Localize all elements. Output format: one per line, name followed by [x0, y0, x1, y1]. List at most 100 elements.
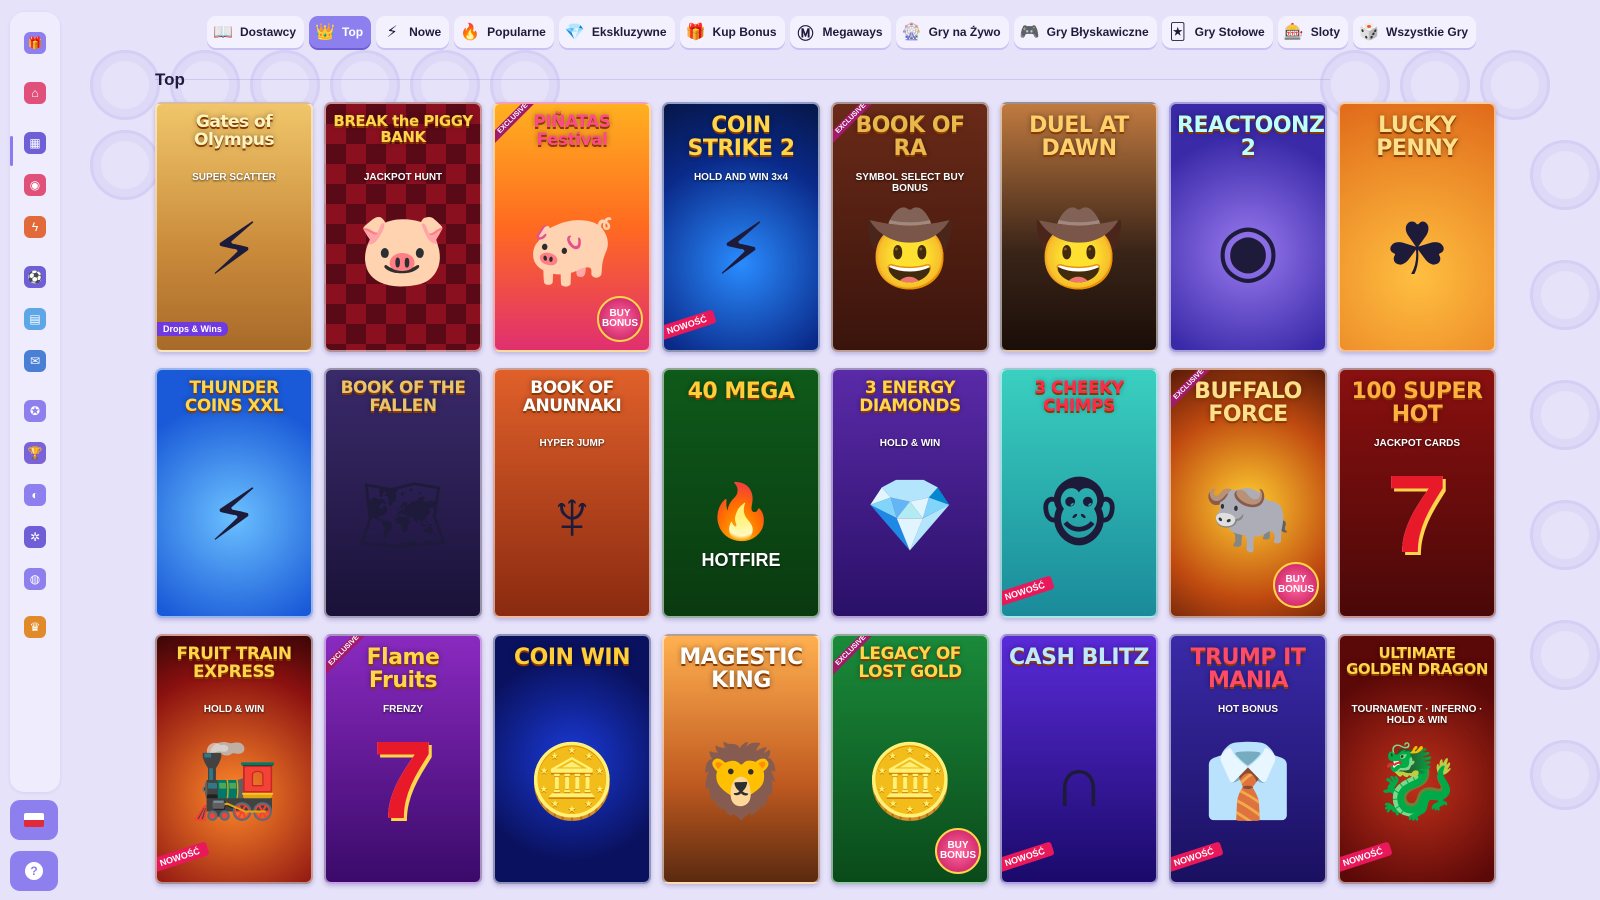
buy-bonus-badge: BUY BONUS: [597, 296, 643, 342]
game-card[interactable]: Gates of Olympus SUPER SCATTER ⚡ Drops & Wi…: [155, 102, 313, 352]
tab-popularne[interactable]: 🔥 Popularne: [454, 16, 554, 48]
game-card[interactable]: LUCKY PENNY ☘: [1338, 102, 1496, 352]
swirl-decoration: [1530, 260, 1600, 330]
tab-ekskluzywne[interactable]: 💎 Ekskluzywne: [558, 16, 675, 48]
roulette-icon: 🎡: [901, 24, 922, 41]
game-card[interactable]: BOOK OF RA SYMBOL SELECT BUY BONUS 🤠 EXCLUS…: [831, 102, 989, 352]
game-subtitle: HOTFIRE: [701, 550, 781, 570]
buy-bonus-badge: BUY BONUS: [1273, 562, 1319, 608]
gift-icon[interactable]: 🎁: [24, 32, 46, 54]
tab-gry-stołowe[interactable]: 🃏 Gry Stołowe: [1161, 16, 1273, 48]
m-icon: Ⓜ: [797, 26, 814, 43]
tab-nowe[interactable]: ⚡ Nowe: [376, 16, 450, 48]
game-artwork-icon: 🐷: [358, 210, 448, 290]
rewards-icon[interactable]: ✪: [24, 400, 46, 422]
game-card[interactable]: REACTOONZ 2 ◉: [1169, 102, 1327, 352]
language-button[interactable]: [10, 800, 58, 840]
trophy-icon[interactable]: 🏆: [24, 442, 46, 464]
section-title: Top: [155, 70, 185, 89]
game-artwork-icon: 🦁: [696, 742, 786, 822]
crown-icon: 👑: [315, 24, 335, 41]
sports-icon[interactable]: ⚽: [24, 266, 46, 288]
game-title: REACTOONZ 2: [1177, 113, 1325, 162]
game-title: BOOK OF ANUNNAKI: [522, 378, 622, 416]
vip-crown-icon[interactable]: ♛: [24, 616, 46, 638]
game-card[interactable]: Flame Fruits FRENZY 7 EXCLUSIVE: [324, 634, 482, 884]
game-artwork-icon: ☘: [1384, 210, 1450, 290]
tab-wszystkie-gry[interactable]: 🎲 Wszystkie Gry: [1353, 16, 1477, 48]
game-card[interactable]: COIN STRIKE 2 HOLD AND WIN 3x4 ⚡ NOWOŚĆ: [662, 102, 820, 352]
game-artwork-icon: 🐖: [527, 210, 617, 290]
game-card[interactable]: CASH BLITZ ∩ NOWOŚĆ: [1000, 634, 1158, 884]
game-title: LEGACY OF LOST GOLD: [858, 644, 962, 682]
game-card[interactable]: TRUMP IT MANIA HOT BONUS 👔 NOWOŚĆ: [1169, 634, 1327, 884]
pl-flag-icon: [24, 813, 44, 827]
tab-label: Nowe: [409, 25, 442, 39]
game-subtitle: JACKPOT HUNT: [363, 172, 443, 183]
game-card[interactable]: BOOK OF THE FALLEN 🗺: [324, 368, 482, 618]
game-card[interactable]: PIÑATAS Festival 🐖 EXCLUSIVE BUY BONUS: [493, 102, 651, 352]
tab-megaways[interactable]: Ⓜ Megaways: [789, 16, 891, 48]
cards-icon[interactable]: ▤: [24, 308, 46, 330]
game-subtitle: SYMBOL SELECT BUY BONUS: [855, 172, 965, 194]
slot-machine-icon: 🎰: [1283, 24, 1304, 41]
game-grid: Gates of Olympus SUPER SCATTER ⚡ Drops & Wi…: [155, 102, 1496, 884]
home-icon[interactable]: ⌂: [24, 82, 46, 104]
gamepad-icon: 🎮: [1019, 24, 1040, 41]
game-card[interactable]: BUFFALO FORCE 🐃 EXCLUSIVE BUY BONUS: [1169, 368, 1327, 618]
game-card[interactable]: 100 SUPER HOT JACKPOT CARDS 7: [1338, 368, 1496, 618]
tab-label: Gry Stołowe: [1194, 25, 1265, 39]
lightning-icon: ⚡: [386, 24, 398, 41]
game-artwork-icon: ◉: [1216, 210, 1280, 290]
game-artwork-icon: 🔥: [707, 482, 775, 542]
new-badge: NOWOŚĆ: [157, 841, 210, 873]
game-card[interactable]: BREAK the PIGGY BANK JACKPOT HUNT 🐷: [324, 102, 482, 352]
slots-icon[interactable]: ▦: [24, 132, 46, 154]
game-artwork-icon: 7: [1386, 453, 1448, 576]
tab-sloty[interactable]: 🎰 Sloty: [1277, 16, 1349, 48]
live-icon[interactable]: ◉: [24, 174, 46, 196]
game-card[interactable]: THUNDER COINS XXL ⚡: [155, 368, 313, 618]
game-card[interactable]: FRUIT TRAIN EXPRESS HOLD & WIN 🚂 NOWOŚĆ: [155, 634, 313, 884]
section-divider: [155, 79, 1330, 80]
game-title: THUNDER COINS XXL: [184, 378, 284, 416]
game-card[interactable]: COIN WIN 🪙: [493, 634, 651, 884]
game-title: COIN WIN: [514, 645, 630, 670]
sidebar: 🎁 ⌂ ▦ ◉ ϟ ⚽ ▤ ✉ ✪ 🏆 ◐ ✲ ◍ ♛: [10, 12, 60, 792]
tab-label: Megaways: [822, 25, 883, 39]
tab-gry-błyskawiczne[interactable]: 🎮 Gry Błyskawiczne: [1013, 16, 1157, 48]
game-title: LUCKY PENNY: [1376, 113, 1458, 162]
game-artwork-icon: 🤠: [865, 210, 955, 290]
drops-wins-badge: Drops & Wins: [157, 322, 228, 336]
game-card[interactable]: 3 CHEEKY CHIMPS 🐵 NOWOŚĆ: [1000, 368, 1158, 618]
roulette-icon[interactable]: ✲: [24, 526, 46, 548]
tab-label: Wszystkie Gry: [1386, 25, 1469, 39]
tab-dostawcy[interactable]: 📖 Dostawcy: [207, 16, 305, 48]
game-card[interactable]: BOOK OF ANUNNAKI HYPER JUMP ♆: [493, 368, 651, 618]
book-icon: 📖: [213, 24, 233, 41]
game-title: BOOK OF RA: [855, 113, 965, 162]
help-button[interactable]: ?: [10, 851, 58, 891]
promo-icon[interactable]: ✉: [24, 350, 46, 372]
game-title: MAGESTIC KING: [679, 645, 803, 694]
new-badge: NOWOŚĆ: [664, 309, 717, 341]
game-card[interactable]: DUEL AT DAWN 🤠: [1000, 102, 1158, 352]
game-artwork-icon: 🤠: [1034, 210, 1124, 290]
game-card[interactable]: 3 ENERGY DIAMONDS HOLD & WIN 💎: [831, 368, 989, 618]
lightning-icon[interactable]: ϟ: [24, 216, 46, 238]
tab-gry-na-żywo[interactable]: 🎡 Gry na Żywo: [895, 16, 1009, 48]
swirl-decoration: [1530, 140, 1600, 210]
game-card[interactable]: LEGACY OF LOST GOLD 🪙 EXCLUSIVE BUY BONUS: [831, 634, 989, 884]
game-artwork-icon: 🐃: [1203, 476, 1293, 556]
game-card[interactable]: 40 MEGA HOTFIRE 🔥: [662, 368, 820, 618]
new-badge: NOWOŚĆ: [1340, 841, 1393, 873]
game-subtitle: HYPER JUMP: [539, 438, 605, 449]
diamond-icon: 💎: [564, 24, 585, 41]
chat-icon[interactable]: ◍: [24, 568, 46, 590]
shop-icon[interactable]: ◐: [24, 484, 46, 506]
game-artwork-icon: ⚡: [208, 210, 260, 290]
tab-kup-bonus[interactable]: 🎁 Kup Bonus: [679, 16, 785, 48]
game-card[interactable]: ULTIMATE GOLDEN DRAGON TOURNAMENT · INFER…: [1338, 634, 1496, 884]
tab-top[interactable]: 👑 Top: [309, 16, 372, 48]
game-card[interactable]: MAGESTIC KING 🦁: [662, 634, 820, 884]
